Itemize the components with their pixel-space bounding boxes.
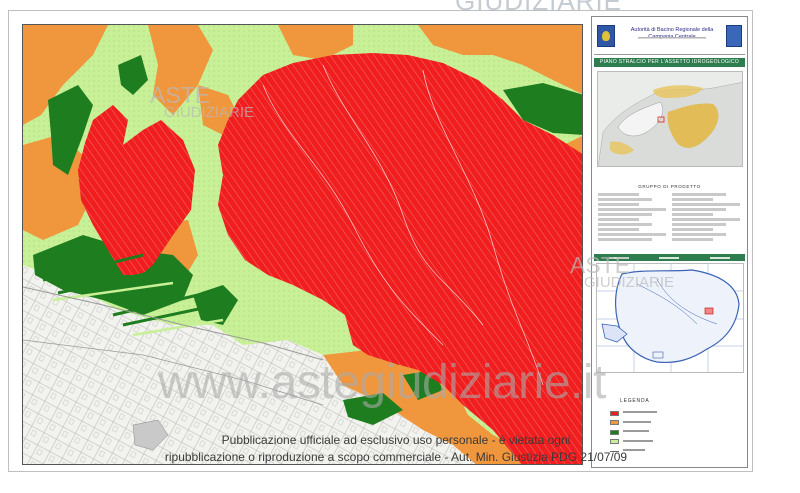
watermark-site-url: www.astegiudiziarie.it (158, 356, 606, 409)
legend-item-high (610, 419, 735, 427)
project-group-title: GRUPPO DI PROGETTO (638, 184, 701, 189)
watermark-aste-sub: GIUDIZIARIE (164, 104, 255, 121)
legend-title: LEGENDA (620, 398, 650, 404)
panel-header: Autorità di Bacino Regionale della Campa… (594, 19, 745, 55)
project-credits (598, 193, 743, 243)
title-block-panel: Autorità di Bacino Regionale della Campa… (591, 16, 748, 468)
notice-line-2: ripubblicazione o riproduzione a scopo c… (164, 450, 628, 464)
publication-notice: Pubblicazione ufficiale ad esclusivo uso… (120, 432, 672, 466)
overview-map (597, 71, 743, 167)
authority-logo-icon (726, 25, 742, 47)
notice-line-1: Pubblicazione ufficiale ad esclusivo uso… (221, 433, 571, 447)
watermark-top: GIUDIZIARIE (455, 0, 623, 16)
plan-title: PIANO STRALCIO PER L'ASSETTO IDROGEOLOGI… (594, 58, 745, 67)
legend-label (623, 420, 663, 425)
legend-label (623, 411, 663, 415)
watermark-aste-right: ASTE GIUDIZIARIE (570, 254, 675, 291)
watermark-aste-sub: GIUDIZIARIE (584, 274, 675, 291)
campania-region-logo-icon (597, 25, 615, 47)
legend-swatch (610, 410, 619, 416)
legend-swatch (610, 420, 619, 425)
authority-subtitle (620, 36, 724, 41)
watermark-aste-left: ASTE GIUDIZIARIE (150, 84, 255, 121)
legend-item-very-high (610, 409, 735, 417)
